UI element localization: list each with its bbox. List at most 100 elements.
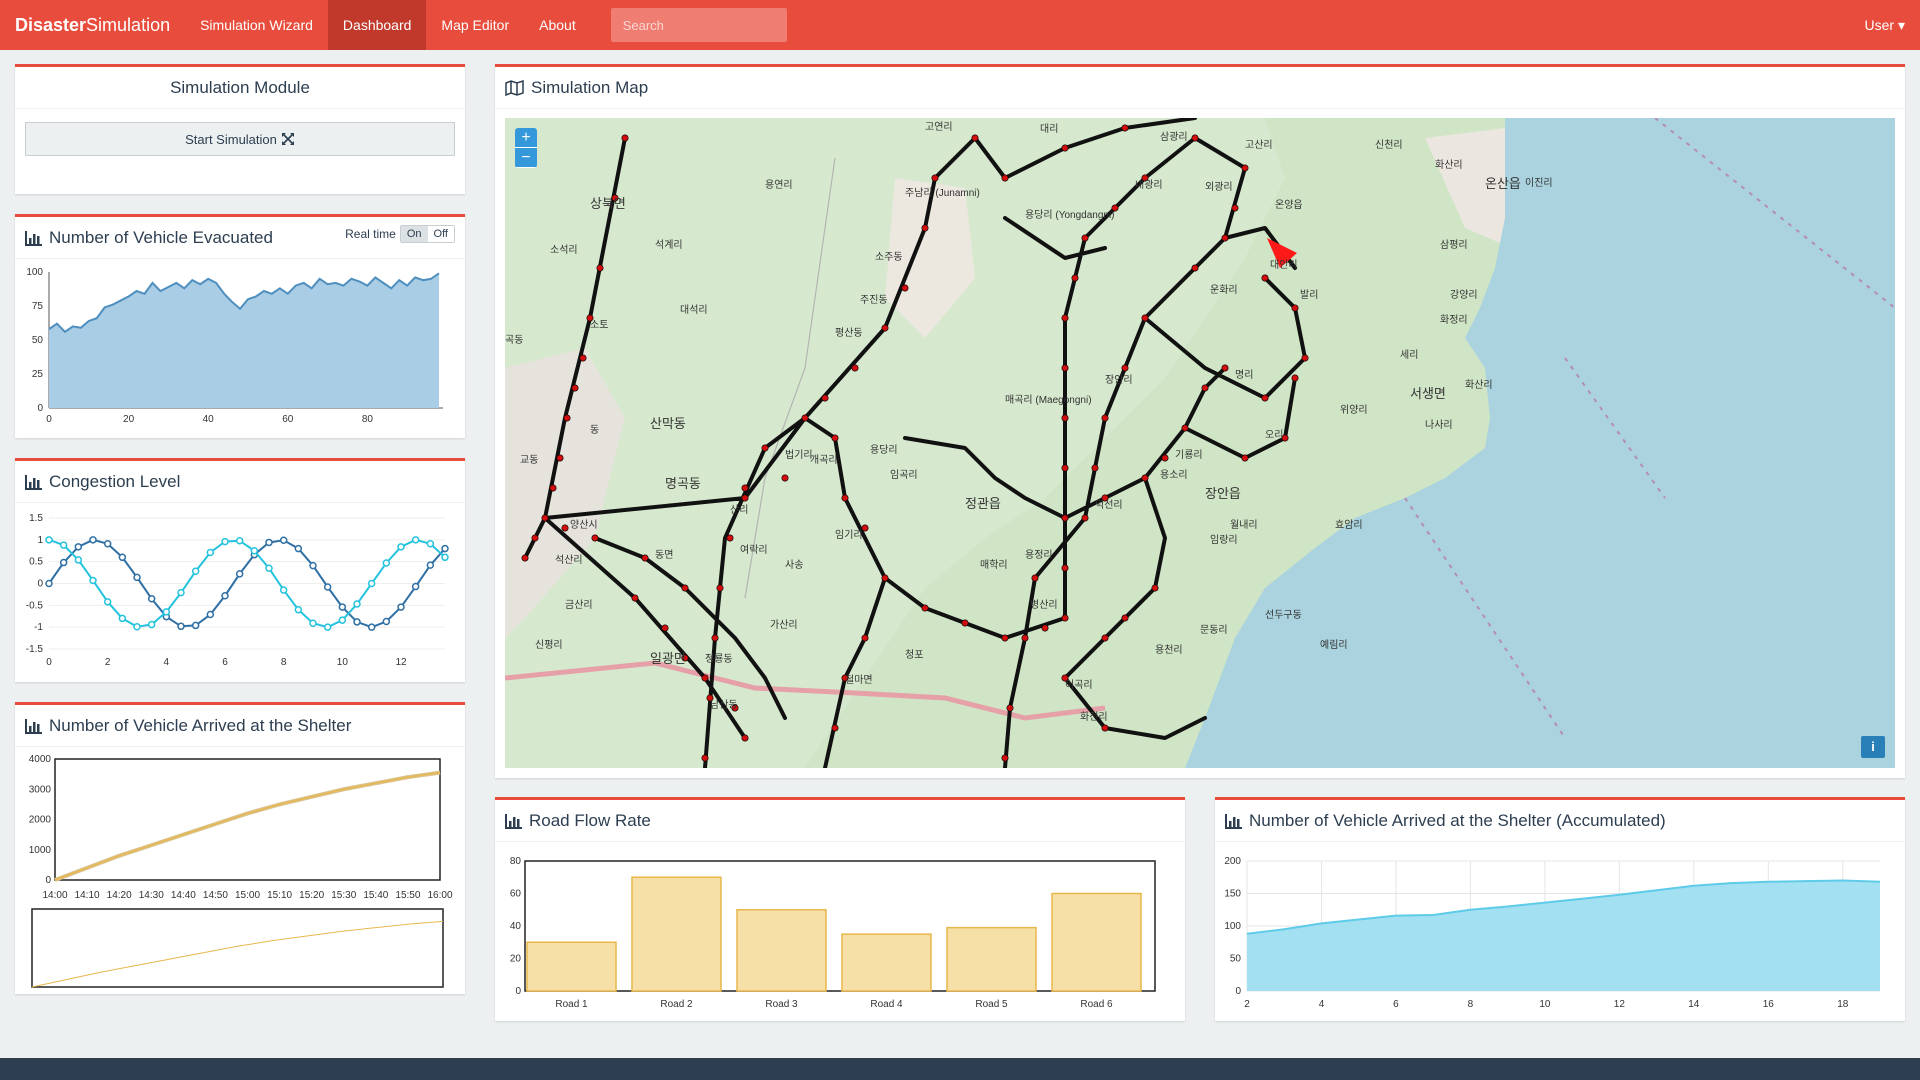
map-place-label: 가산리 xyxy=(770,619,798,631)
x-tick-label: 15:10 xyxy=(267,890,292,901)
x-tick-label: 0 xyxy=(46,414,52,425)
map-place-label: 외광리 xyxy=(1205,181,1233,193)
map-place-label: 삼광리 xyxy=(1160,131,1188,143)
congestion-header: Congestion Level xyxy=(15,461,465,503)
road-node xyxy=(971,134,979,142)
road-node xyxy=(761,444,769,452)
road-node xyxy=(1221,234,1229,242)
road-node xyxy=(861,634,869,642)
start-simulation-button[interactable]: Start Simulation xyxy=(25,122,455,156)
congestion-point xyxy=(426,561,435,569)
realtime-on-button[interactable]: On xyxy=(400,226,428,242)
road-node xyxy=(1006,704,1014,712)
search-input[interactable] xyxy=(610,8,787,42)
road-node xyxy=(1291,374,1299,382)
x-tick-label: 16:00 xyxy=(427,890,452,901)
map-place-label: 명리 xyxy=(1235,369,1253,381)
y-tick-label: 100 xyxy=(26,267,43,278)
map-place-label: 임곡리 xyxy=(890,468,918,481)
nav-map-editor[interactable]: Map Editor xyxy=(426,0,524,50)
congestion-point xyxy=(221,537,229,546)
x-tick-label: 6 xyxy=(222,657,228,668)
congestion-point xyxy=(147,595,156,603)
road-node xyxy=(556,454,564,462)
road-node xyxy=(1061,314,1069,322)
x-tick-label: 4 xyxy=(1319,999,1325,1010)
accumulated-chart: 0 50 100 150 200 2 4 6 8 10 12 14 16 18 xyxy=(1224,856,1881,1010)
x-tick-label: 15:00 xyxy=(235,890,260,901)
start-simulation-label: Start Simulation xyxy=(185,131,277,147)
congestion-point xyxy=(206,548,215,557)
road-node xyxy=(1001,754,1009,762)
road-flow-panel: Road Flow Rate 0 20 40 60 80 Road 1 Road 2 Road… xyxy=(495,797,1185,1021)
road-node xyxy=(571,384,579,392)
map-place-label: 용천리 xyxy=(1155,644,1183,656)
map-place-label: 남산동 xyxy=(710,699,738,711)
congestion-point xyxy=(323,623,332,631)
road-node xyxy=(1191,264,1199,272)
road-flow-bar xyxy=(946,926,1037,992)
road-node xyxy=(1261,394,1269,402)
navigator-line xyxy=(31,920,444,988)
brand-logo[interactable]: DisasterSimulation xyxy=(0,0,185,50)
x-tick-label: 14:30 xyxy=(139,890,164,901)
y-tick-label: 1000 xyxy=(29,845,52,856)
map-place-label: 용소리 xyxy=(1160,469,1188,481)
x-tick-label: 20 xyxy=(123,414,135,425)
nav-about[interactable]: About xyxy=(524,0,591,50)
congestion-point xyxy=(133,573,141,582)
x-tick-label: Road 5 xyxy=(975,999,1008,1010)
map-place-label: 오리 xyxy=(1265,429,1283,441)
y-tick-label: 150 xyxy=(1224,889,1241,900)
road-node xyxy=(711,634,719,642)
map-place-label: 용당리 (Yongdangni) xyxy=(1025,209,1115,221)
simulation-module-title: Simulation Module xyxy=(15,67,465,109)
road-node xyxy=(521,554,529,562)
x-tick-label: 14:20 xyxy=(107,890,132,901)
congestion-point xyxy=(177,588,185,597)
map-icon xyxy=(505,79,524,96)
map-place-label: 대리 xyxy=(1040,123,1058,135)
congestion-point xyxy=(235,570,244,578)
realtime-off-button[interactable]: Off xyxy=(427,226,454,242)
panel-title: Congestion Level xyxy=(49,471,181,491)
map-place-label: 정관읍 xyxy=(965,496,1001,511)
map-place-label: 곡동 xyxy=(505,334,523,346)
zoom-out-button[interactable]: − xyxy=(515,148,537,168)
map-place-label: 온양읍 xyxy=(1275,199,1303,211)
congestion-point xyxy=(367,579,376,588)
congestion-point xyxy=(147,620,156,629)
x-tick-label: 4 xyxy=(164,657,170,668)
road-node xyxy=(1061,414,1069,422)
map-place-label: 매곡리 (Maegongni) xyxy=(1005,394,1092,406)
map-place-label: 온산읍 xyxy=(1485,176,1521,191)
road-node xyxy=(831,724,839,732)
page-footer xyxy=(0,1058,1920,1080)
map-place-label: 장안리 xyxy=(1105,374,1133,386)
map-canvas[interactable]: 고연리 대리 삼광리 고산리 신천리 용연리 주남리 (Junamni) 내광리 외광리 온양읍 화… xyxy=(505,118,1895,768)
panel-title: Simulation Map xyxy=(531,77,649,97)
y-tick-label: 0 xyxy=(45,875,51,886)
y-tick-label: 0 xyxy=(37,403,43,414)
congestion-level-panel: Congestion Level -1.5 -1 -0.5 0 0.5 1 1.5 0 2 4 6 8… xyxy=(15,458,465,682)
congestion-point xyxy=(59,541,68,549)
map-place-label: 나사리 xyxy=(1425,419,1453,431)
y-tick-label: 75 xyxy=(32,301,44,312)
congestion-point xyxy=(323,583,332,591)
congestion-point xyxy=(353,600,361,608)
congestion-point xyxy=(367,623,376,631)
road-node xyxy=(726,534,734,542)
road-flow-bar xyxy=(736,909,827,992)
x-tick-label: 8 xyxy=(1468,999,1474,1010)
nav-dashboard[interactable]: Dashboard xyxy=(327,0,427,50)
x-tick-label: 10 xyxy=(337,657,349,668)
y-tick-label: 80 xyxy=(510,856,522,867)
congestion-point xyxy=(265,538,273,547)
map-place-label: 상북면 xyxy=(590,196,626,211)
zoom-in-button[interactable]: + xyxy=(515,128,537,148)
nav-simulation-wizard[interactable]: Simulation Wizard xyxy=(185,0,328,50)
map-place-label: 효암리 xyxy=(1335,519,1363,531)
user-menu[interactable]: User ▾ xyxy=(1865,0,1905,50)
map-info-button[interactable]: i xyxy=(1861,736,1885,758)
y-tick-label: 0 xyxy=(515,986,521,997)
